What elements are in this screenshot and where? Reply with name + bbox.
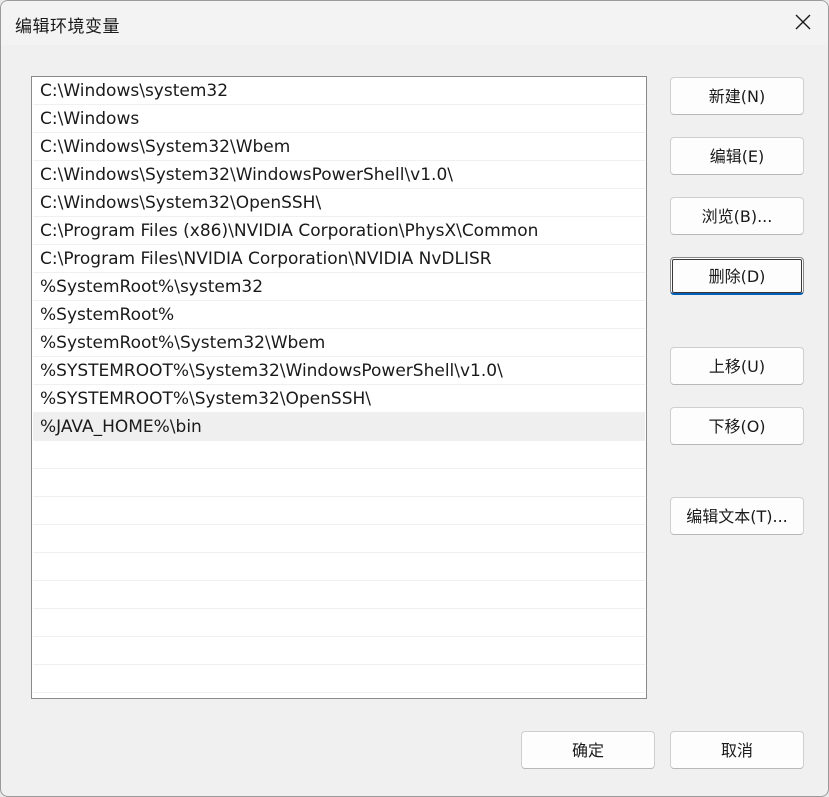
new-button[interactable]: 新建(N) bbox=[670, 77, 804, 115]
edit-button[interactable]: 编辑(E) bbox=[670, 137, 804, 175]
move-down-button[interactable]: 下移(O) bbox=[670, 407, 804, 445]
list-item[interactable]: %JAVA_HOME%\bin bbox=[33, 413, 645, 441]
cancel-button[interactable]: 取消 bbox=[670, 731, 804, 769]
list-item[interactable]: C:\Windows bbox=[33, 105, 645, 133]
list-item[interactable]: %SYSTEMROOT%\System32\WindowsPowerShell\… bbox=[33, 357, 645, 385]
empty-list-row[interactable] bbox=[33, 637, 645, 665]
empty-list-row[interactable] bbox=[33, 525, 645, 553]
empty-list-row[interactable] bbox=[33, 441, 645, 469]
empty-list-row[interactable] bbox=[33, 497, 645, 525]
close-button[interactable] bbox=[778, 1, 828, 45]
edit-text-button[interactable]: 编辑文本(T)... bbox=[670, 497, 804, 535]
list-item[interactable]: %SystemRoot% bbox=[33, 301, 645, 329]
close-icon bbox=[795, 14, 811, 30]
browse-button[interactable]: 浏览(B)... bbox=[670, 197, 804, 235]
empty-list-row[interactable] bbox=[33, 609, 645, 637]
title-bar[interactable]: 编辑环境变量 bbox=[1, 1, 828, 45]
list-item[interactable]: %SystemRoot%\system32 bbox=[33, 273, 645, 301]
path-list[interactable]: C:\Windows\system32 C:\Windows C:\Windows\… bbox=[31, 76, 647, 699]
move-up-button[interactable]: 上移(U) bbox=[670, 347, 804, 385]
list-item[interactable]: C:\Windows\System32\Wbem bbox=[33, 133, 645, 161]
dialog-title: 编辑环境变量 bbox=[15, 17, 120, 37]
edit-env-variable-dialog: 编辑环境变量 C:\Windows\system32 C:\Windows C:\W… bbox=[0, 0, 829, 797]
ok-button[interactable]: 确定 bbox=[521, 731, 655, 769]
empty-list-row[interactable] bbox=[33, 469, 645, 497]
list-item[interactable]: C:\Program Files\NVIDIA Corporation\NVID… bbox=[33, 245, 645, 273]
list-item[interactable]: C:\Program Files (x86)\NVIDIA Corporatio… bbox=[33, 217, 645, 245]
list-item[interactable]: C:\Windows\system32 bbox=[33, 77, 645, 105]
list-item[interactable]: %SYSTEMROOT%\System32\OpenSSH\ bbox=[33, 385, 645, 413]
empty-list-row[interactable] bbox=[33, 553, 645, 581]
empty-list-row[interactable] bbox=[33, 581, 645, 609]
empty-list-row[interactable] bbox=[33, 665, 645, 693]
list-item[interactable]: C:\Windows\System32\WindowsPowerShell\v1… bbox=[33, 161, 645, 189]
delete-button[interactable]: 删除(D) bbox=[670, 257, 804, 295]
list-item[interactable]: %SystemRoot%\System32\Wbem bbox=[33, 329, 645, 357]
list-item[interactable]: C:\Windows\System32\OpenSSH\ bbox=[33, 189, 645, 217]
